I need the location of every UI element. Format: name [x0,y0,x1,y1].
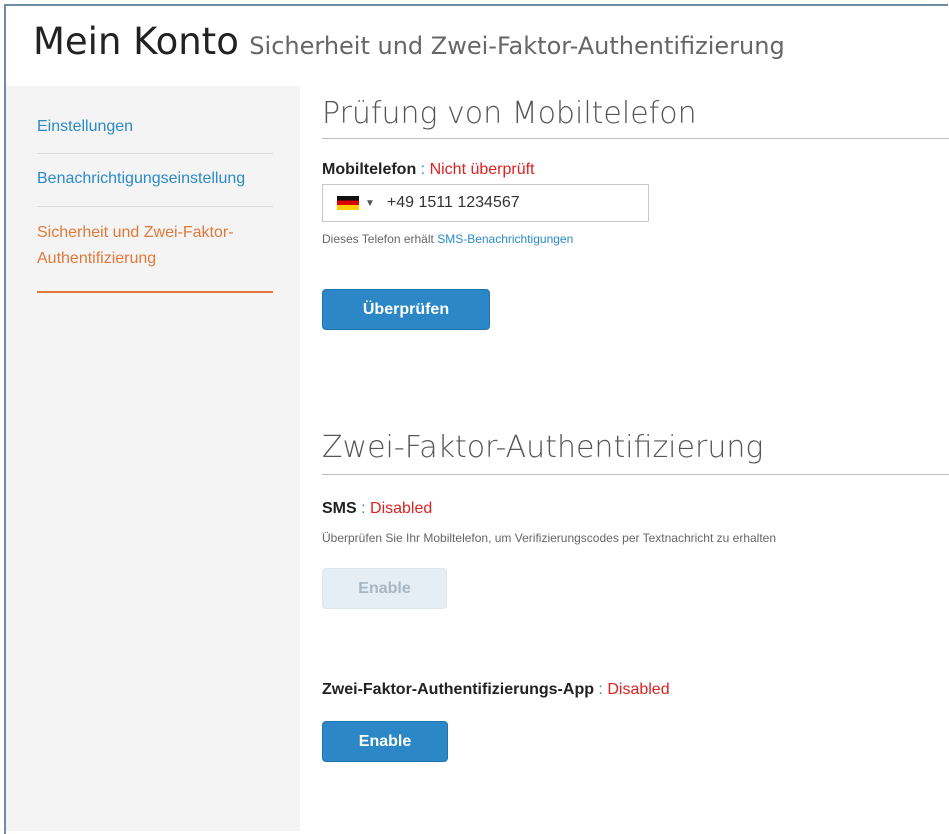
phone-section-title: Prüfung von Mobiltelefon [322,96,697,131]
auth-app-label-text: Zwei-Faktor-Authentifizierungs-App [322,681,594,698]
sidebar-item-sicherheit[interactable]: Sicherheit und Zwei-Faktor-Authentifizie… [37,220,257,272]
section-divider [322,474,949,475]
twofa-section-title: Zwei-Faktor-Authentifizierung [322,430,764,465]
mobile-phone-label-text: Mobiltelefon [322,161,417,178]
sms-status: Disabled [370,500,433,517]
sms-notifications-link[interactable]: SMS-Benachrichtigungen [437,232,573,246]
sidebar-divider [37,153,273,154]
verify-button[interactable]: Überprüfen [322,289,490,330]
mobile-phone-label: Mobiltelefon : Nicht überprüft [322,161,535,179]
label-separator: : [356,500,371,517]
sidebar-item-benachrichtigungseinstellung[interactable]: Benachrichtigungseinstellung [37,166,273,192]
sidebar-active-indicator [37,291,273,293]
sms-enable-button: Enable [322,568,447,609]
phone-hint-text: Dieses Telefon erhält [322,232,438,246]
phone-status: Nicht überprüft [429,161,535,178]
sidebar-divider [37,206,273,207]
main-content: Prüfung von Mobiltelefon Mobiltelefon : … [322,0,949,825]
phone-hint: Dieses Telefon erhält SMS-Benachrichtigu… [322,232,573,246]
sms-label: SMS : Disabled [322,500,432,518]
chevron-down-icon[interactable]: ▼ [365,198,375,209]
auth-app-status: Disabled [607,681,670,698]
auth-app-label: Zwei-Faktor-Authentifizierungs-App : Dis… [322,681,670,699]
sms-hint: Überprüfen Sie Ihr Mobiltelefon, um Veri… [322,531,777,545]
phone-number-input[interactable] [384,193,629,213]
sms-label-text: SMS [322,500,357,517]
section-divider [322,138,949,139]
germany-flag-icon[interactable] [337,196,359,210]
label-separator: : [593,681,608,698]
sidebar: Einstellungen Benachrichtigungseinstellu… [6,86,300,831]
phone-input-field[interactable]: ▼ [322,184,649,222]
label-separator: : [416,161,430,178]
sidebar-item-einstellungen[interactable]: Einstellungen [37,114,273,140]
auth-app-enable-button[interactable]: Enable [322,721,448,762]
page-title: Mein Konto [33,20,239,63]
